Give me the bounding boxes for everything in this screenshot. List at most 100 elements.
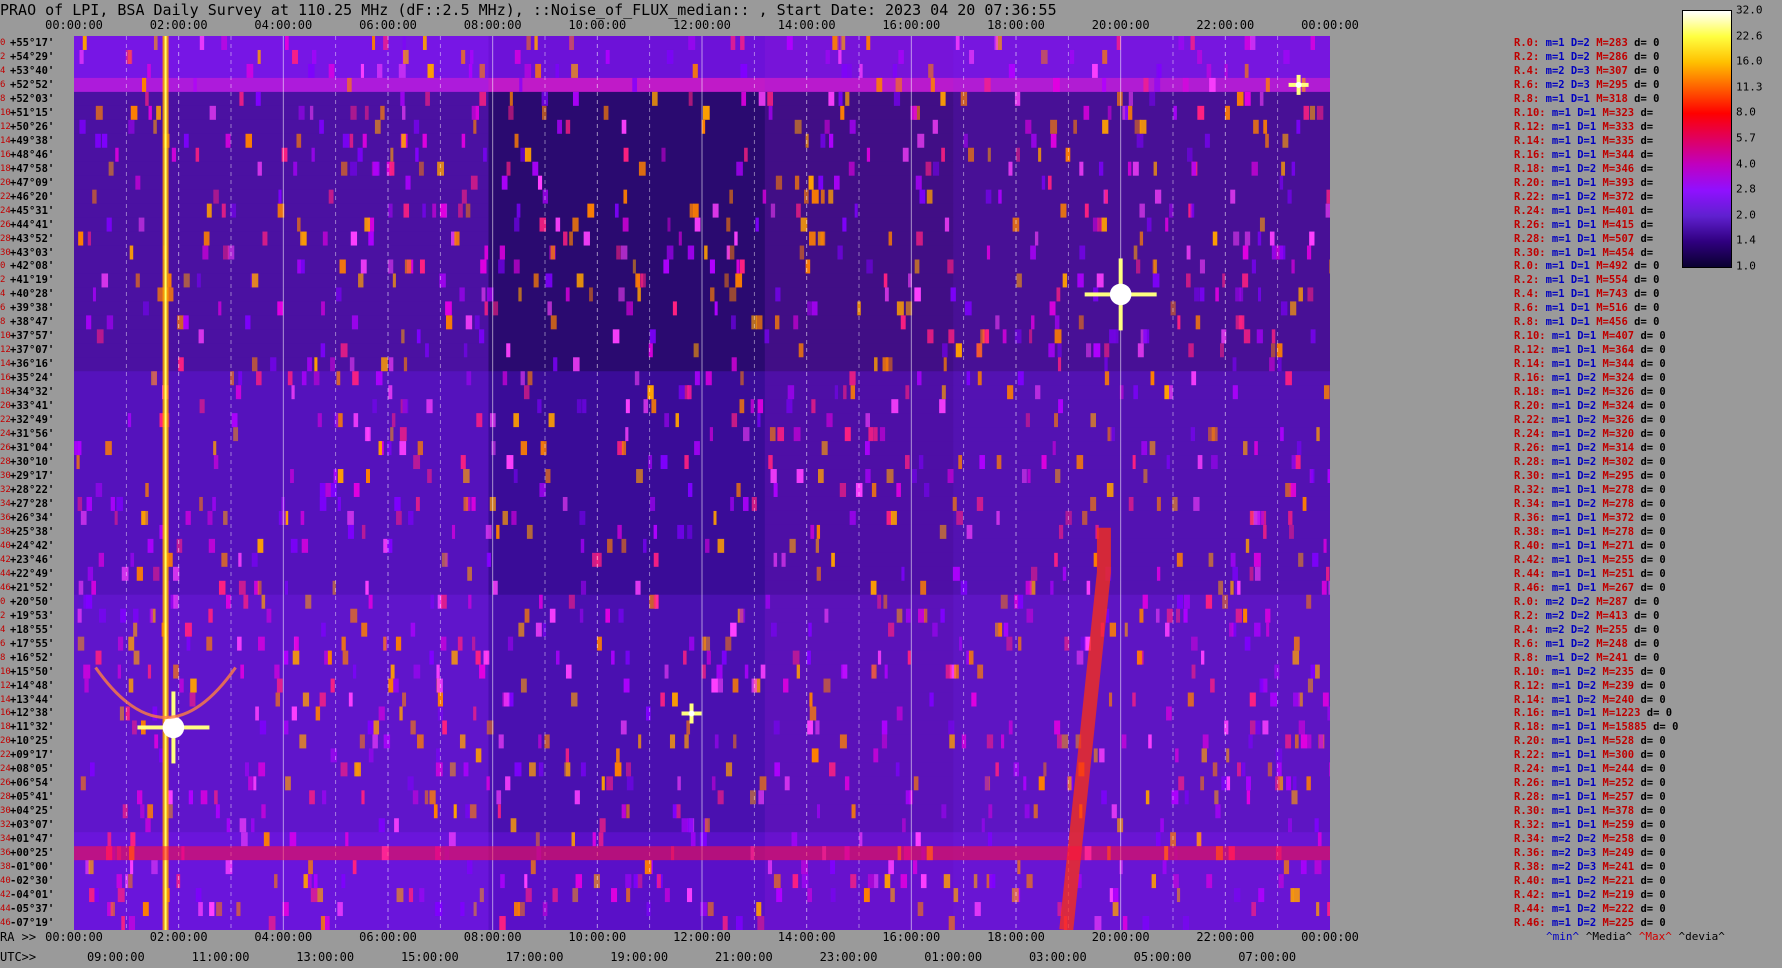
heatmap-speckle [801, 874, 809, 889]
heatmap-speckle [545, 273, 553, 288]
beam-devia: d= 0 [1634, 777, 1666, 790]
heatmap-speckle [350, 161, 357, 176]
heatmap-speckle [396, 888, 404, 903]
heatmap-speckle [1233, 888, 1241, 903]
heatmap-speckle [121, 916, 125, 930]
heatmap-speckle [342, 650, 349, 665]
heatmap-speckle [317, 413, 322, 428]
utc-bottom-tick: 17:00:00 [505, 950, 564, 964]
heatmap-speckle [309, 105, 314, 120]
beam-max: M=456 [1596, 316, 1628, 329]
heatmap-speckle [622, 217, 629, 232]
heatmap-speckle [1285, 734, 1292, 749]
heatmap-speckle [1317, 832, 1322, 847]
heatmap-speckle [130, 860, 134, 875]
beam-max: M=318 [1596, 92, 1628, 105]
heatmap-speckle [1215, 287, 1219, 302]
heatmap-speckle [843, 385, 847, 400]
beam-max: M=283 [1596, 36, 1628, 49]
beam-min-med: m=1 D=1 [1539, 92, 1597, 105]
heatmap-speckle [605, 49, 610, 64]
heatmap-speckle [614, 762, 622, 777]
beam-devia: d= 0 [1627, 609, 1660, 622]
heatmap-speckle [381, 357, 388, 372]
beam-devia: d= 0 [1634, 693, 1666, 706]
heatmap-speckle [1222, 273, 1226, 288]
heatmap-speckle [995, 762, 999, 777]
beam-min-med: m=2 D=2 [1539, 623, 1597, 636]
heatmap-speckle [792, 874, 799, 889]
heatmap-speckle [1288, 510, 1293, 525]
beam-max: M=335 [1602, 134, 1635, 147]
heatmap-speckle [1224, 720, 1229, 735]
heatmap-speckle [807, 301, 812, 316]
heatmap-speckle [461, 189, 467, 204]
declination-label: +43°03' [10, 246, 55, 259]
heatmap-speckle [481, 287, 486, 302]
heatmap-speckle [952, 496, 957, 511]
heatmap-speckle [296, 133, 302, 148]
heatmap-speckle [1246, 776, 1251, 791]
heatmap-speckle [1031, 315, 1035, 330]
heatmap-speckle [290, 538, 298, 553]
heatmap-speckle [1322, 692, 1329, 707]
heatmap-speckle [208, 538, 216, 553]
heatmap-speckle [717, 678, 724, 693]
heatmap-speckle [396, 510, 402, 525]
heatmap-speckle [1187, 692, 1194, 707]
heatmap-speckle [553, 357, 558, 372]
heatmap-speckle [1269, 231, 1275, 246]
heatmap-speckle [580, 538, 585, 553]
heatmap-speckle [781, 552, 786, 567]
heatmap-speckle [939, 399, 946, 414]
heatmap-speckle [261, 804, 266, 819]
heatmap-speckle [1052, 77, 1060, 92]
heatmap-speckle [141, 77, 147, 92]
ra-top-tick: 06:00:00 [359, 18, 417, 32]
beam-devia: d= [1634, 190, 1654, 203]
heatmap-speckle [353, 413, 359, 428]
heatmap-speckle [995, 622, 999, 637]
heatmap-speckle [684, 734, 689, 749]
heatmap-speckle [621, 804, 626, 819]
beam-devia: d= 0 [1634, 581, 1666, 594]
heatmap-speckle [1086, 343, 1092, 358]
heatmap-speckle [672, 692, 678, 707]
heatmap-speckle [794, 175, 800, 190]
heatmap-speckle [433, 804, 438, 819]
heatmap-speckle [1249, 510, 1254, 525]
heatmap-speckle [1323, 538, 1327, 553]
heatmap-speckle [724, 273, 729, 288]
heatmap-speckle [705, 538, 710, 553]
beam-min-med: m=1 D=2 [1545, 400, 1603, 413]
heatmap-speckle [539, 594, 543, 609]
declination-label: +11°32' [10, 721, 55, 734]
heatmap-speckle [953, 888, 959, 903]
heatmap-speckle [1171, 790, 1179, 805]
heatmap-speckle [110, 496, 115, 511]
heatmap-speckle [736, 161, 743, 176]
heatmap-speckle [636, 469, 643, 483]
declination-label: +04°25' [10, 805, 55, 818]
beam-max: M=324 [1602, 372, 1635, 385]
beam-id: R.4: [1514, 64, 1540, 77]
heatmap-speckle [648, 455, 653, 470]
beam-devia: d= 0 [1634, 525, 1666, 538]
declination-label: +17°55' [10, 637, 55, 650]
heatmap-speckle [1315, 664, 1320, 679]
heatmap-speckle [183, 133, 189, 148]
beam-stats-row: R.6: m=1 D=2 M=248 d= 0 [1514, 638, 1659, 650]
heatmap-speckle [758, 790, 765, 805]
heatmap-speckle [425, 343, 429, 358]
beam-id: R.12: [1514, 120, 1546, 133]
heatmap-speckle [956, 510, 964, 525]
heatmap-speckle [392, 273, 396, 288]
heatmap-speckle [251, 818, 255, 833]
beam-max: M=344 [1602, 148, 1635, 161]
heatmap-speckle [837, 36, 842, 50]
heatmap-speckle [527, 371, 533, 386]
beam-id: R.46: [1514, 581, 1546, 594]
heatmap-speckle [475, 748, 482, 763]
colorbar-tick: 4.0 [1736, 157, 1756, 171]
beam-number: 0 [0, 37, 6, 48]
